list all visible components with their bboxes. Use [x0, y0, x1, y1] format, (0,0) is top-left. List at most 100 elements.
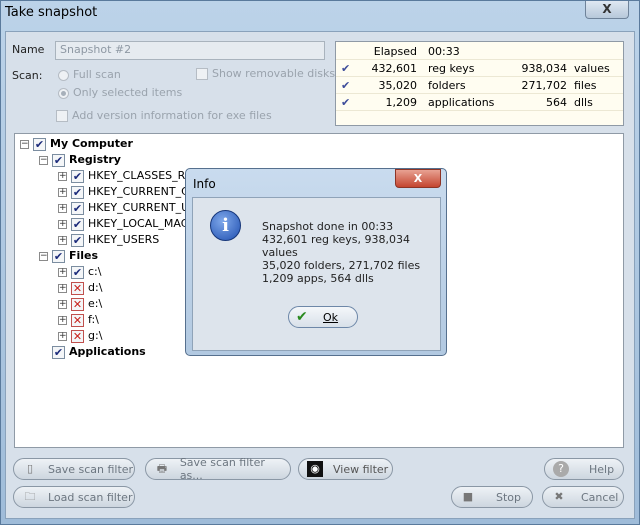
collapse-icon[interactable]: − — [39, 251, 48, 261]
tree-node-label: HKEY_USERS — [88, 233, 160, 246]
stat-count2: 271,702 — [521, 79, 568, 92]
dialog-message: Snapshot done in 00:33 432,601 reg keys,… — [262, 220, 440, 285]
expand-icon[interactable]: + — [58, 283, 67, 293]
checkbox-excluded-icon[interactable]: ✕ — [71, 329, 84, 343]
tree-node[interactable]: + ✕ e:\ — [58, 297, 102, 313]
full-scan-radio[interactable]: Full scan — [58, 68, 121, 81]
printer-icon: 🖶 — [156, 462, 168, 475]
expand-icon[interactable]: + — [58, 203, 67, 213]
tree-node[interactable]: ✔ Applications — [39, 345, 146, 361]
expand-icon[interactable]: + — [58, 187, 67, 197]
expand-icon[interactable]: + — [58, 299, 67, 309]
cancel-label: Cancel — [581, 490, 619, 504]
checkbox-checked-icon[interactable]: ✔ — [71, 233, 84, 247]
tree-node[interactable]: + ✔ c:\ — [58, 265, 101, 281]
checkbox-checked-icon[interactable]: ✔ — [71, 265, 84, 279]
checkbox-excluded-icon[interactable]: ✕ — [71, 281, 84, 295]
expand-icon[interactable]: + — [58, 171, 67, 181]
radio-icon — [58, 87, 69, 99]
checkbox-checked-icon[interactable]: ✔ — [52, 249, 65, 263]
dialog-close-button[interactable]: X — [395, 169, 441, 188]
tree-node-label: e:\ — [88, 297, 103, 310]
tree-node[interactable]: + ✕ f:\ — [58, 313, 99, 329]
expand-icon[interactable]: + — [58, 331, 67, 341]
message-line: Snapshot done in 00:33 — [262, 220, 394, 233]
stat-label2: files — [574, 79, 597, 92]
load-scan-filter-button[interactable]: 🗀 Load scan filter — [13, 486, 135, 508]
save-scan-filter-button[interactable]: ▯ Save scan filter — [13, 458, 135, 480]
tree-node[interactable]: − ✔ My Computer — [20, 137, 133, 153]
stat-label: applications — [428, 96, 495, 109]
expand-icon[interactable]: + — [58, 219, 67, 229]
name-input[interactable]: Snapshot #2 — [55, 41, 325, 60]
help-icon: ? — [553, 461, 569, 477]
tree-node[interactable]: + ✔ HKEY_CLASSES_R — [58, 169, 185, 185]
stat-count: 35,020 — [378, 79, 418, 92]
checkbox-checked-icon[interactable]: ✔ — [71, 169, 84, 183]
checkbox-checked-icon[interactable]: ✔ — [71, 201, 84, 215]
ok-button[interactable]: ✔ Ok — [288, 306, 358, 328]
collapse-icon[interactable]: − — [39, 155, 48, 165]
load-scan-filter-label: Load scan filter — [48, 490, 133, 504]
stat-label: reg keys — [428, 62, 475, 75]
check-icon: ✔ — [341, 96, 351, 109]
tree-node[interactable]: − ✔ Files — [39, 249, 98, 265]
checkbox-excluded-icon[interactable]: ✕ — [71, 297, 84, 311]
stop-icon: ■ — [462, 490, 474, 503]
checkbox-excluded-icon[interactable]: ✕ — [71, 313, 84, 327]
expand-icon[interactable]: + — [58, 315, 67, 325]
add-version-checkbox[interactable]: Add version information for exe files — [56, 109, 272, 122]
stats-row: ✔ 1,209 applications 564 dlls — [336, 94, 623, 111]
checkbox-checked-icon[interactable]: ✔ — [52, 153, 65, 167]
elapsed-value: 00:33 — [428, 45, 460, 58]
only-selected-radio[interactable]: Only selected items — [58, 86, 182, 99]
full-scan-label: Full scan — [73, 68, 121, 81]
tree-node[interactable]: + ✕ d:\ — [58, 281, 102, 297]
cancel-button[interactable]: ✖ Cancel — [542, 486, 624, 508]
check-icon: ✔ — [341, 79, 351, 92]
stats-row: ✔ 432,601 reg keys 938,034 values — [336, 60, 623, 77]
help-label: Help — [589, 462, 615, 476]
info-dialog: Info X i Snapshot done in 00:33 432,601 … — [185, 168, 447, 356]
tree-node-label: f:\ — [88, 313, 99, 326]
expand-icon[interactable]: + — [58, 267, 67, 277]
name-label: Name — [12, 43, 45, 56]
tree-node[interactable]: + ✔ HKEY_CURRENT_US — [58, 201, 196, 217]
tree-node[interactable]: + ✔ HKEY_LOCAL_MAC — [58, 217, 188, 233]
stat-label: folders — [428, 79, 466, 92]
checkbox-checked-icon[interactable]: ✔ — [52, 345, 65, 359]
info-icon: i — [210, 210, 241, 241]
dialog-content: i Snapshot done in 00:33 432,601 reg key… — [192, 197, 441, 351]
elapsed-label: Elapsed — [373, 45, 417, 58]
checkbox-icon — [196, 68, 208, 80]
tree-node-label: My Computer — [50, 137, 133, 150]
add-version-label: Add version information for exe files — [72, 109, 272, 122]
tree-node[interactable]: − ✔ Registry — [39, 153, 121, 169]
tree-node[interactable]: + ✔ HKEY_CURRENT_C — [58, 185, 189, 201]
message-line: 1,209 apps, 564 dlls — [262, 272, 374, 285]
stat-count: 432,601 — [371, 62, 418, 75]
tree-node-label: Applications — [69, 345, 146, 358]
message-line: 432,601 reg keys, 938,034 values — [262, 233, 410, 259]
stop-button[interactable]: ■ Stop — [451, 486, 533, 508]
tree-node-label: c:\ — [88, 265, 102, 278]
dialog-title: Info — [193, 177, 216, 191]
checkbox-checked-icon[interactable]: ✔ — [33, 137, 46, 151]
window-close-button[interactable]: X — [585, 1, 629, 19]
collapse-icon[interactable]: − — [20, 139, 29, 149]
help-button[interactable]: ? Help — [544, 458, 624, 480]
window-title: Take snapshot — [5, 5, 98, 20]
save-scan-filter-as-button[interactable]: 🖶 Save scan filter as... — [145, 456, 291, 482]
view-filter-button[interactable]: ◉ View filter — [298, 458, 393, 480]
message-line: 35,020 folders, 271,702 files — [262, 259, 421, 272]
checkbox-checked-icon[interactable]: ✔ — [71, 185, 84, 199]
tree-node-label: HKEY_LOCAL_MAC — [88, 217, 189, 230]
tree-node[interactable]: + ✔ HKEY_USERS — [58, 233, 159, 249]
checkbox-checked-icon[interactable]: ✔ — [71, 217, 84, 231]
expand-icon[interactable]: + — [58, 235, 67, 245]
tree-node[interactable]: + ✕ g:\ — [58, 329, 102, 345]
tree-node-label: g:\ — [88, 329, 103, 342]
stat-count2: 938,034 — [521, 62, 568, 75]
tree-node-label: HKEY_CURRENT_C — [88, 185, 189, 198]
show-removable-checkbox[interactable]: Show removable disks — [196, 67, 335, 80]
